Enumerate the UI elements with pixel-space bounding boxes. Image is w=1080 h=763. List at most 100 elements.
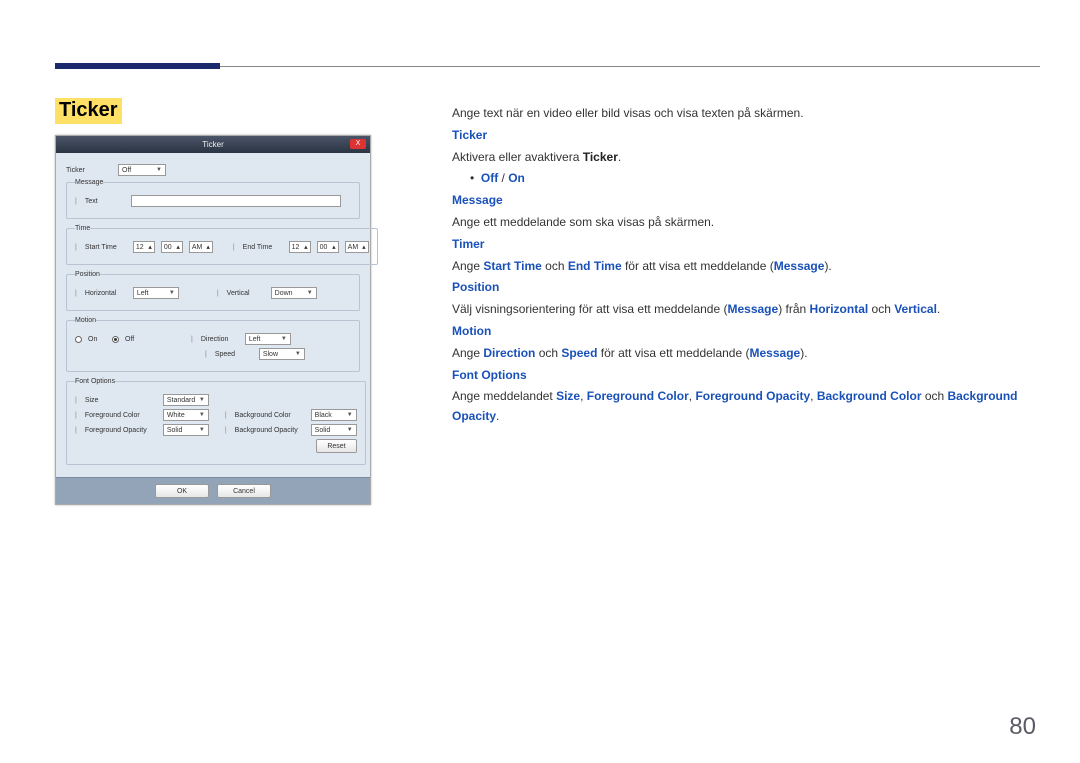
end-min-spinner[interactable]: 00 ▴ [317, 241, 339, 253]
bg-color-select[interactable]: Black ▼ [311, 409, 357, 421]
ticker-value: Off [122, 167, 131, 174]
bar-icon: | [75, 244, 77, 251]
ticker-select[interactable]: Off ▼ [118, 164, 166, 176]
vertical-value: Down [275, 290, 293, 297]
start-ampm-spinner[interactable]: AM▴ [189, 241, 213, 253]
bar-icon: | [225, 427, 227, 434]
bar-icon: | [205, 351, 207, 358]
direction-label: Direction [201, 336, 239, 343]
text-label: Text [85, 198, 125, 205]
vertical-label: Vertical [227, 290, 265, 297]
end-time-label: End Time [243, 244, 283, 251]
position-legend: Position [75, 271, 100, 278]
page-title: Ticker [55, 98, 122, 124]
chevron-down-icon: ▼ [295, 351, 301, 357]
message-heading: Message [452, 191, 1035, 211]
time-fieldset: Time | Start Time 12▴ 00▴ AM▴ | End Time… [66, 225, 378, 265]
end-hour-spinner[interactable]: 12 ▴ [289, 241, 311, 253]
page-number: 80 [1009, 713, 1036, 741]
message-fieldset: Message | Text [66, 179, 360, 219]
fg-opacity-value: Solid [167, 427, 183, 434]
chevron-down-icon: ▼ [199, 397, 205, 403]
size-label: Size [85, 397, 157, 404]
end-ampm-spinner[interactable]: AM▴ [345, 241, 369, 253]
start-min: 00 [164, 244, 172, 251]
spinner-icon: ▴ [206, 243, 210, 251]
direction-value: Left [249, 336, 261, 343]
end-min: 00 [320, 244, 328, 251]
intro-text: Ange text när en video eller bild visas … [452, 104, 1035, 124]
ok-button[interactable]: OK [155, 484, 209, 498]
motion-legend: Motion [75, 317, 96, 324]
direction-select[interactable]: Left ▼ [245, 333, 291, 345]
motion-desc: Ange Direction och Speed för att visa et… [452, 344, 1035, 364]
font-options-fieldset: Font Options | Size Standard▼ | Foregrou… [66, 378, 366, 465]
horizontal-label: Horizontal [85, 290, 127, 297]
chevron-down-icon: ▼ [156, 167, 162, 173]
dialog-titlebar: Ticker X [56, 136, 370, 153]
motion-off-radio[interactable] [112, 336, 119, 343]
chevron-down-icon: ▼ [347, 412, 353, 418]
dialog-body: Ticker Off ▼ Message | Text Time | Start… [56, 153, 370, 477]
font-options-desc: Ange meddelandet Size, Foreground Color,… [452, 387, 1035, 427]
motion-fieldset: Motion On Off | Direction Left▼ | Speed … [66, 317, 360, 372]
spinner-icon: ▴ [332, 243, 336, 251]
bg-color-label: Background Color [235, 412, 305, 419]
end-hour: 12 [292, 244, 300, 251]
end-ampm: AM [348, 244, 359, 251]
bar-icon: | [225, 412, 227, 419]
cancel-button[interactable]: Cancel [217, 484, 271, 498]
chevron-down-icon: ▼ [281, 336, 287, 342]
chevron-down-icon: ▼ [199, 427, 205, 433]
horizontal-select[interactable]: Left▼ [133, 287, 179, 299]
start-ampm: AM [192, 244, 203, 251]
spinner-icon: ▴ [304, 243, 308, 251]
motion-on-radio[interactable] [75, 336, 82, 343]
close-button[interactable]: X [350, 139, 366, 149]
message-desc: Ange ett meddelande som ska visas på skä… [452, 213, 1035, 233]
fg-opacity-select[interactable]: Solid ▼ [163, 424, 209, 436]
ticker-label: Ticker [66, 167, 112, 174]
spinner-icon: ▴ [176, 243, 180, 251]
bar-icon: | [233, 244, 235, 251]
message-legend: Message [75, 179, 103, 186]
bar-icon: | [75, 397, 77, 404]
horizontal-value: Left [137, 290, 149, 297]
text-input[interactable] [131, 195, 341, 207]
speed-select[interactable]: Slow ▼ [259, 348, 305, 360]
fg-color-select[interactable]: White▼ [163, 409, 209, 421]
position-heading: Position [452, 278, 1035, 298]
start-hour: 12 [136, 244, 144, 251]
bar-icon: | [75, 412, 77, 419]
header-accent [55, 63, 220, 69]
font-options-heading: Font Options [452, 366, 1035, 386]
position-fieldset: Position | Horizontal Left▼ | Vertical D… [66, 271, 360, 311]
start-time-label: Start Time [85, 244, 127, 251]
vertical-select[interactable]: Down ▼ [271, 287, 317, 299]
fg-color-label: Foreground Color [85, 412, 157, 419]
size-select[interactable]: Standard▼ [163, 394, 209, 406]
bar-icon: | [75, 290, 77, 297]
dialog-title: Ticker [202, 140, 223, 149]
fg-color-value: White [167, 412, 185, 419]
ticker-options: • Off / On [452, 169, 1035, 189]
bg-opacity-select[interactable]: Solid ▼ [311, 424, 357, 436]
speed-label: Speed [215, 351, 253, 358]
chevron-down-icon: ▼ [347, 427, 353, 433]
start-hour-spinner[interactable]: 12 ▴ [133, 241, 155, 253]
spinner-icon: ▴ [148, 243, 152, 251]
start-min-spinner[interactable]: 00 ▴ [161, 241, 183, 253]
speed-value: Slow [263, 351, 278, 358]
chevron-down-icon: ▼ [307, 290, 313, 296]
bar-icon: | [75, 198, 77, 205]
bg-opacity-value: Solid [315, 427, 331, 434]
bar-icon: | [217, 290, 219, 297]
timer-heading: Timer [452, 235, 1035, 255]
bg-color-value: Black [315, 412, 332, 419]
bg-opacity-label: Background Opacity [235, 427, 305, 434]
position-desc: Välj visningsorientering för att visa et… [452, 300, 1035, 320]
ticker-dialog: Ticker X Ticker Off ▼ Message | Text Tim… [55, 135, 371, 505]
motion-heading: Motion [452, 322, 1035, 342]
reset-button[interactable]: Reset [316, 439, 356, 453]
time-legend: Time [75, 225, 90, 232]
